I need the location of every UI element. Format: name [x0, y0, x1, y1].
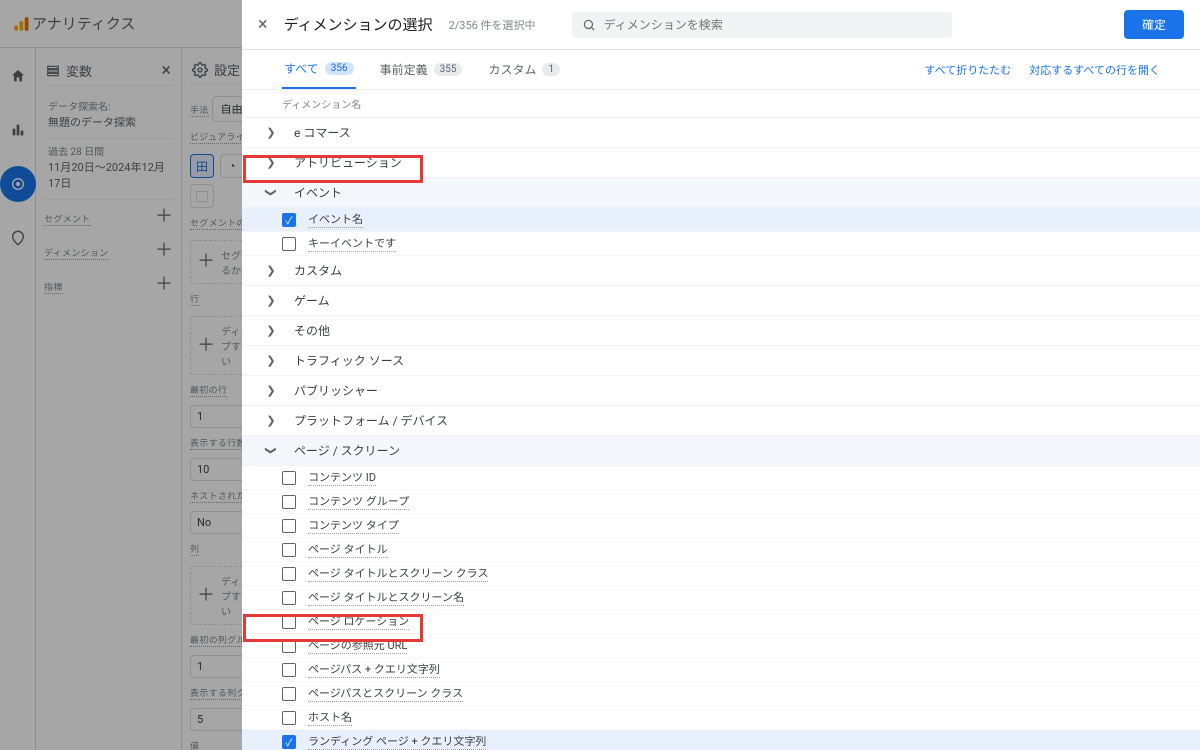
item-page-location[interactable]: ページ ロケーション	[242, 610, 1200, 634]
chevron-up-icon: ❯	[265, 182, 278, 204]
item-page-title-name[interactable]: ページ タイトルとスクリーン名	[242, 586, 1200, 610]
item-page-referrer[interactable]: ページの参照元 URL	[242, 634, 1200, 658]
item-content-group[interactable]: コンテンツ グループ	[242, 490, 1200, 514]
item-content-type[interactable]: コンテンツ タイプ	[242, 514, 1200, 538]
group-custom[interactable]: ❯カスタム	[242, 256, 1200, 286]
checkbox-checked-icon[interactable]: ✓	[282, 213, 296, 227]
expand-all-link[interactable]: 対応するすべての行を開く	[1029, 62, 1160, 78]
group-other[interactable]: ❯その他	[242, 316, 1200, 346]
search-input[interactable]	[604, 18, 924, 32]
dialog-title: ディメンションの選択	[284, 14, 433, 35]
tab-predefined[interactable]: 事前定義355	[378, 51, 465, 88]
group-ecommerce[interactable]: ❯e コマース	[242, 118, 1200, 148]
item-landing-query[interactable]: ✓ランディング ページ + クエリ文字列	[242, 730, 1200, 750]
group-page[interactable]: ❯ページ / スクリーン	[242, 436, 1200, 466]
dialog-close-icon[interactable]: ×	[258, 14, 268, 35]
item-hostname[interactable]: ホスト名	[242, 706, 1200, 730]
group-attribution[interactable]: ❯アトリビューション	[242, 148, 1200, 178]
confirm-button[interactable]: 確定	[1124, 10, 1184, 39]
dialog-header: × ディメンションの選択 2/356 件を選択中 確定	[242, 0, 1200, 50]
collapse-all-link[interactable]: すべて折りたたむ	[924, 62, 1011, 78]
group-platform[interactable]: ❯プラットフォーム / デバイス	[242, 406, 1200, 436]
column-header: ディメンション名	[242, 89, 1200, 118]
group-publisher[interactable]: ❯パブリッシャー	[242, 376, 1200, 406]
item-event-name[interactable]: ✓イベント名	[242, 208, 1200, 232]
dimension-list[interactable]: ❯e コマース ❯アトリビューション ❯イベント ✓イベント名 キーイベントです…	[242, 118, 1200, 750]
tab-custom[interactable]: カスタム1	[486, 51, 562, 88]
dialog-tabs: すべて356 事前定義355 カスタム1 すべて折りたたむ 対応するすべての行を…	[242, 50, 1200, 89]
search-icon	[582, 18, 596, 32]
chevron-down-icon: ❯	[260, 126, 282, 139]
item-page-path-query[interactable]: ページパス + クエリ文字列	[242, 658, 1200, 682]
selection-count: 2/356 件を選択中	[449, 17, 536, 33]
item-page-path-class[interactable]: ページパスとスクリーン クラス	[242, 682, 1200, 706]
item-page-title-class[interactable]: ページ タイトルとスクリーン クラス	[242, 562, 1200, 586]
dimension-dialog: × ディメンションの選択 2/356 件を選択中 確定 すべて356 事前定義3…	[242, 0, 1200, 750]
checkbox-icon[interactable]	[282, 237, 296, 251]
item-page-title[interactable]: ページ タイトル	[242, 538, 1200, 562]
group-game[interactable]: ❯ゲーム	[242, 286, 1200, 316]
item-is-key-event[interactable]: キーイベントです	[242, 232, 1200, 256]
tab-all[interactable]: すべて356	[282, 50, 356, 89]
item-content-id[interactable]: コンテンツ ID	[242, 466, 1200, 490]
search-box[interactable]	[572, 12, 952, 38]
group-traffic[interactable]: ❯トラフィック ソース	[242, 346, 1200, 376]
group-event[interactable]: ❯イベント	[242, 178, 1200, 208]
